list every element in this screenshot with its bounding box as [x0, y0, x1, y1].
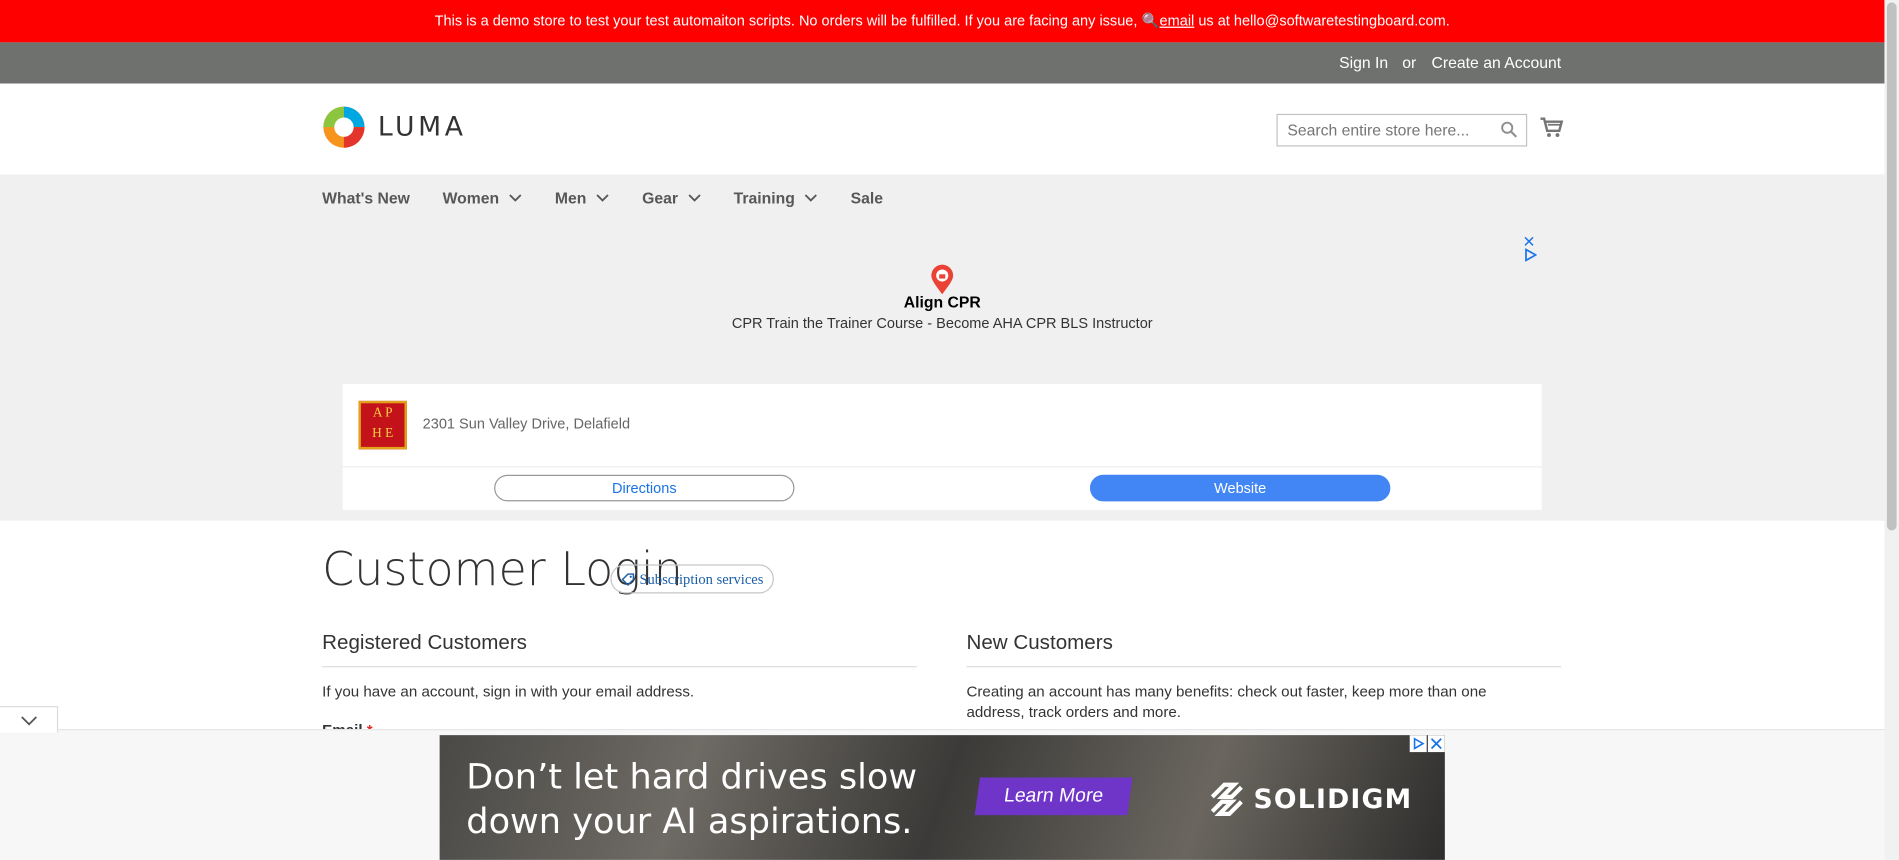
header-panel: Sign In or Create an Account	[0, 42, 1885, 84]
demo-notice-text-after: us at hello@softwaretestingboard.com.	[1194, 12, 1450, 30]
new-customers-text: Creating an account has many benefits: c…	[966, 683, 1487, 721]
learn-more-button[interactable]: Learn More	[974, 777, 1133, 816]
nav-label: Women	[442, 188, 500, 207]
chevron-down-icon	[805, 193, 818, 202]
nav-sale[interactable]: Sale	[851, 188, 883, 206]
bottom-banner-ad[interactable]: Don’t let hard drives slow down your AI …	[439, 735, 1445, 860]
nav-label: What's New	[322, 188, 410, 207]
nav-label: Gear	[642, 188, 678, 207]
email-link[interactable]: email	[1160, 12, 1195, 29]
chevron-down-icon	[688, 193, 701, 202]
ad-logo-line: A P	[372, 405, 393, 421]
banner-line: down your AI aspirations.	[466, 800, 913, 842]
subscription-services-badge[interactable]: Subscription services	[610, 564, 775, 594]
ad-title[interactable]: Align CPR	[343, 293, 1542, 311]
nav-label: Training	[733, 188, 795, 207]
map-pin-icon	[931, 264, 954, 295]
close-icon[interactable]	[1427, 735, 1445, 753]
header-links: Sign In or Create an Account	[1332, 42, 1561, 83]
subscription-label: Subscription services	[639, 570, 764, 588]
scrollbar-thumb[interactable]	[1886, 2, 1897, 531]
logo-text: LUMA	[377, 112, 467, 143]
tag-icon	[621, 572, 635, 586]
search-placeholder: Search entire store here...	[1287, 121, 1470, 140]
search-input[interactable]: Search entire store here...	[1276, 113, 1528, 147]
ad-subtitle[interactable]: CPR Train the Trainer Course - Become AH…	[343, 315, 1542, 332]
ad-card[interactable]: A P H E 2301 Sun Valley Drive, Delafield…	[342, 383, 1542, 510]
logo[interactable]: LUMA	[322, 105, 466, 149]
solidigm-logo: SOLIDIGM	[1205, 780, 1412, 819]
adchoices-icon[interactable]	[1409, 735, 1427, 753]
chevron-down-icon	[596, 193, 609, 202]
new-customers-title: New Customers	[966, 630, 1113, 654]
cart-icon[interactable]	[1539, 116, 1564, 138]
demo-notice-text: This is a demo store to test your test a…	[434, 12, 1142, 30]
search-small-icon: 🔍	[1141, 12, 1160, 30]
nav-menu: What's New Women Men Gear Training Sale	[322, 174, 916, 220]
divider	[322, 666, 917, 668]
ad-divider	[342, 466, 1542, 468]
collapse-ad-button[interactable]	[0, 706, 59, 733]
banner-line: Don’t let hard drives slow	[466, 755, 918, 797]
ad-top[interactable]: ✕ Align CPR CPR Train the Trainer Course…	[342, 230, 1542, 384]
divider	[966, 666, 1562, 668]
nav-whats-new[interactable]: What's New	[322, 188, 410, 206]
solidigm-mark-icon	[1210, 782, 1243, 816]
luma-logo-icon	[323, 106, 365, 148]
ad-advertiser-logo: A P H E	[358, 400, 407, 450]
ad-directions-button[interactable]: Directions	[494, 474, 795, 502]
banner-headline: Don’t let hard drives slow down your AI …	[466, 755, 917, 845]
header-content: LUMA Search entire store here...	[0, 83, 1885, 175]
nav-training[interactable]: Training	[734, 188, 818, 206]
nav-men[interactable]: Men	[555, 188, 609, 206]
nav-women[interactable]: Women	[443, 188, 523, 206]
create-account-link[interactable]: Create an Account	[1432, 53, 1562, 71]
nav-label: Men	[554, 188, 587, 207]
chevron-down-icon	[509, 193, 522, 202]
demo-notice-bar: This is a demo store to test your test a…	[0, 0, 1885, 43]
sign-in-link[interactable]: Sign In	[1339, 53, 1388, 71]
ad-logo-line: H E	[372, 426, 394, 441]
nav-gear[interactable]: Gear	[642, 188, 701, 206]
brand-text: SOLIDIGM	[1253, 784, 1413, 815]
nav-label: Sale	[850, 188, 884, 207]
registered-customers-title: Registered Customers	[322, 630, 527, 654]
adchoices-icon[interactable]	[1524, 248, 1537, 262]
search-icon[interactable]	[1501, 121, 1518, 138]
banner-ad-controls[interactable]	[1409, 735, 1445, 753]
chevron-down-icon	[21, 716, 37, 726]
ad-address: 2301 Sun Valley Drive, Delafield	[422, 415, 631, 433]
ad-website-button[interactable]: Website	[1089, 474, 1391, 502]
registered-customers-text: If you have an account, sign in with you…	[322, 683, 695, 701]
or-text: or	[1402, 53, 1417, 72]
